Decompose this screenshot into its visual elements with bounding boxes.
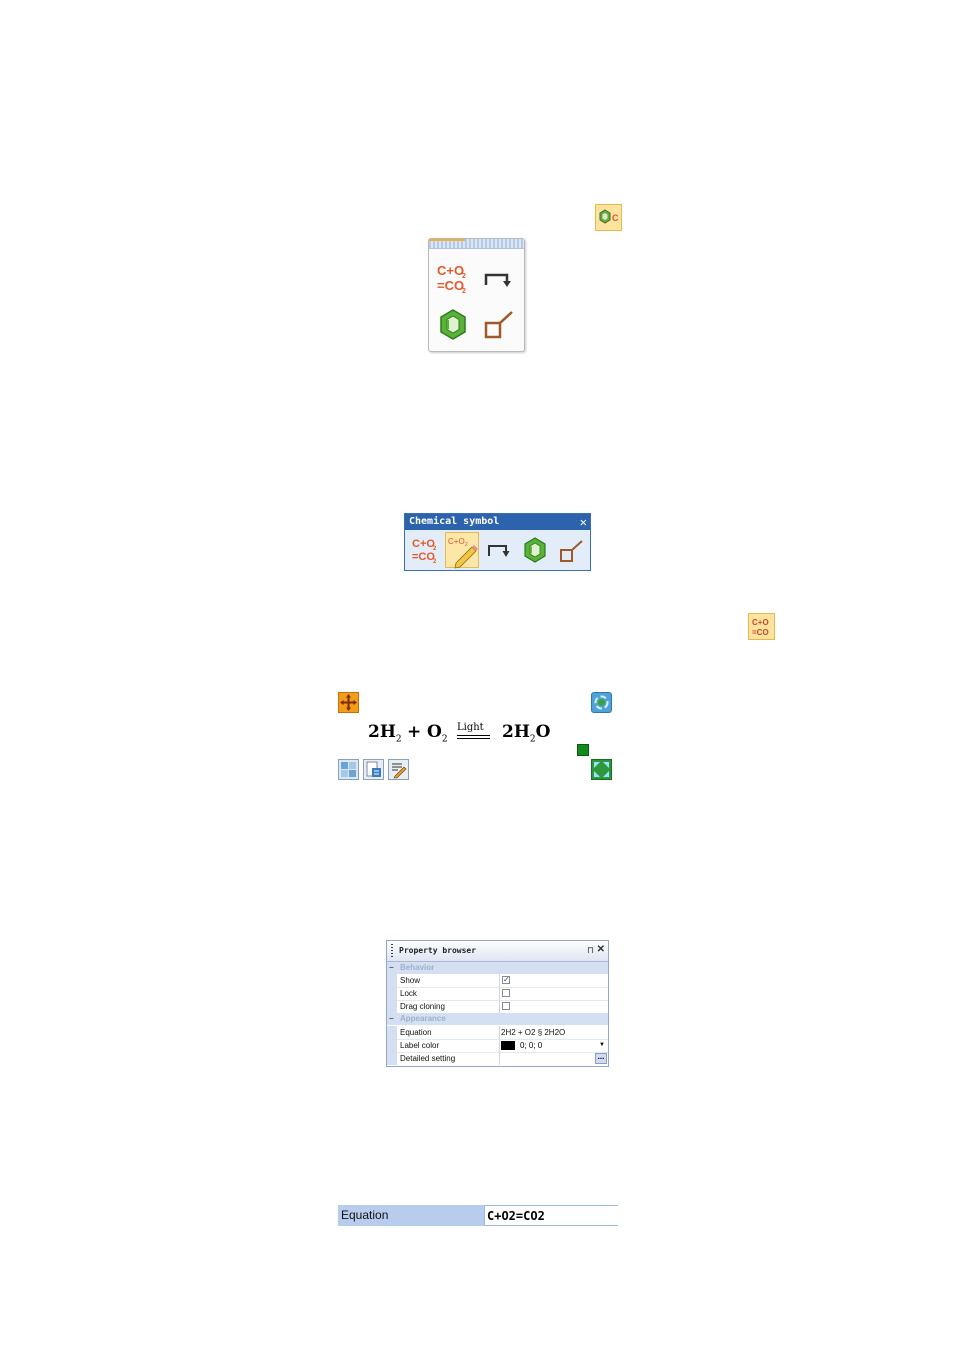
fullscreen-handle[interactable] xyxy=(591,759,612,780)
equation-icon: C+O =CO xyxy=(752,618,769,637)
svg-text:=CO: =CO xyxy=(752,628,769,637)
equation-label: Equation xyxy=(338,1205,484,1226)
property-row-equation[interactable]: Equation 2H2 + O2 § 2H2O xyxy=(387,1026,608,1040)
label-color-value: 0; 0; 0 xyxy=(520,1041,543,1050)
drag-cloning-checkbox[interactable] xyxy=(502,1002,510,1010)
equation-line1: C+O xyxy=(437,263,464,278)
svg-text:=CO: =CO xyxy=(412,551,435,563)
toolbar-edit-equation-tool[interactable]: C+O 2 xyxy=(445,532,479,569)
rotate-icon xyxy=(594,695,609,710)
category-behavior[interactable]: − Behavior xyxy=(387,962,608,974)
svg-text:C+O: C+O xyxy=(752,618,769,627)
arrow-tool[interactable] xyxy=(481,261,517,297)
svg-text:2: 2 xyxy=(433,559,437,565)
toolbar-arrow-tool[interactable] xyxy=(482,532,516,568)
chemical-symbol-button[interactable]: C xyxy=(595,204,622,231)
edit-handle[interactable] xyxy=(388,759,409,780)
plus-sign: + xyxy=(407,722,422,742)
ellipsis-button[interactable]: ... xyxy=(595,1053,607,1064)
reactant-2: O xyxy=(427,722,442,742)
bond-tool[interactable] xyxy=(481,307,517,343)
reaction-condition: Light xyxy=(457,722,484,733)
category-appearance[interactable]: − Appearance xyxy=(387,1013,608,1025)
toolbar-bond-tool[interactable] xyxy=(554,532,588,568)
document-icon xyxy=(366,761,381,777)
chemical-tools-palette: C+O 2 =CO 2 xyxy=(428,238,525,352)
toolbar-equation-tool[interactable]: C+O 2 =CO 2 xyxy=(408,532,442,568)
hexagon-ring-icon xyxy=(524,537,546,563)
equals-line-bottom xyxy=(457,738,490,739)
format-handle[interactable] xyxy=(338,759,359,780)
property-row-lock[interactable]: Lock xyxy=(387,987,608,1001)
equation-icon: C+O 2 =CO 2 xyxy=(437,263,466,295)
equation-input[interactable] xyxy=(484,1205,618,1226)
grid-format-icon xyxy=(341,762,356,777)
toolbar-title: Chemical symbol xyxy=(409,516,500,527)
move-handle[interactable] xyxy=(338,692,359,713)
property-row-show[interactable]: Show ✓ xyxy=(387,974,608,988)
expand-arrows-icon xyxy=(594,762,609,777)
chevron-down-icon[interactable]: ▼ xyxy=(599,1039,605,1052)
property-row-detailed-setting[interactable]: Detailed setting ... xyxy=(387,1052,608,1065)
show-checkbox[interactable]: ✓ xyxy=(502,976,510,984)
move-arrows-icon xyxy=(340,694,357,711)
equation-edit-row: Equation xyxy=(338,1205,618,1226)
chemical-symbol-icon: C xyxy=(599,209,619,224)
toolbar-title-bar[interactable]: Chemical symbol ✕ xyxy=(405,514,590,530)
chemical-equation[interactable]: 2H2 + O2 Light 2H2O xyxy=(368,722,568,746)
product: 2H xyxy=(502,722,530,742)
insert-equation-button[interactable]: C+O =CO xyxy=(748,613,775,640)
chemical-symbol-toolbar: Chemical symbol ✕ C+O 2 =CO 2 C+O 2 xyxy=(404,513,591,571)
svg-text:2: 2 xyxy=(465,542,468,548)
pin-icon[interactable]: ⊓ xyxy=(587,945,594,956)
property-browser-title: Property browser xyxy=(399,946,477,955)
pencil-equation-icon: C+O 2 xyxy=(448,537,478,569)
svg-text:C+O: C+O xyxy=(448,537,465,546)
equation-value[interactable]: 2H2 + O2 § 2H2O xyxy=(501,1026,565,1039)
svg-text:C+O: C+O xyxy=(412,538,435,550)
benzene-ring-tool[interactable] xyxy=(435,307,471,343)
bond-line-icon xyxy=(484,311,513,339)
palette-drag-handle[interactable] xyxy=(429,239,524,249)
equation-tool[interactable]: C+O 2 =CO 2 xyxy=(435,261,471,297)
bent-arrow-icon xyxy=(484,273,511,287)
property-row-label-color[interactable]: Label color 0; 0; 0 ▼ xyxy=(387,1039,608,1053)
toolbar-close-button[interactable]: ✕ xyxy=(580,514,587,530)
color-swatch xyxy=(501,1041,515,1050)
properties-handle[interactable] xyxy=(363,759,384,780)
resize-anchor[interactable] xyxy=(577,744,589,756)
bond-line-icon xyxy=(560,540,583,562)
reactant-1: 2H xyxy=(368,722,396,742)
property-browser: Property browser ⊓ ✕ − Behavior Show ✓ L… xyxy=(386,940,609,1067)
hexagon-ring-icon xyxy=(440,309,466,340)
close-icon[interactable]: ✕ xyxy=(597,944,605,955)
svg-text:C: C xyxy=(612,213,619,223)
svg-text:2: 2 xyxy=(462,288,466,295)
rotate-handle[interactable] xyxy=(591,692,612,713)
grip-icon xyxy=(391,944,393,958)
property-browser-header[interactable]: Property browser ⊓ ✕ xyxy=(387,941,608,962)
toolbar-benzene-ring-tool[interactable] xyxy=(518,532,552,568)
property-row-drag-cloning[interactable]: Drag cloning xyxy=(387,1000,608,1014)
bent-arrow-icon xyxy=(488,545,510,557)
equation-line2: =CO xyxy=(437,278,464,293)
lock-checkbox[interactable] xyxy=(502,989,510,997)
edit-pencil-icon xyxy=(392,763,407,779)
equation-icon: C+O 2 =CO 2 xyxy=(412,538,437,565)
equals-line-top xyxy=(457,735,490,736)
